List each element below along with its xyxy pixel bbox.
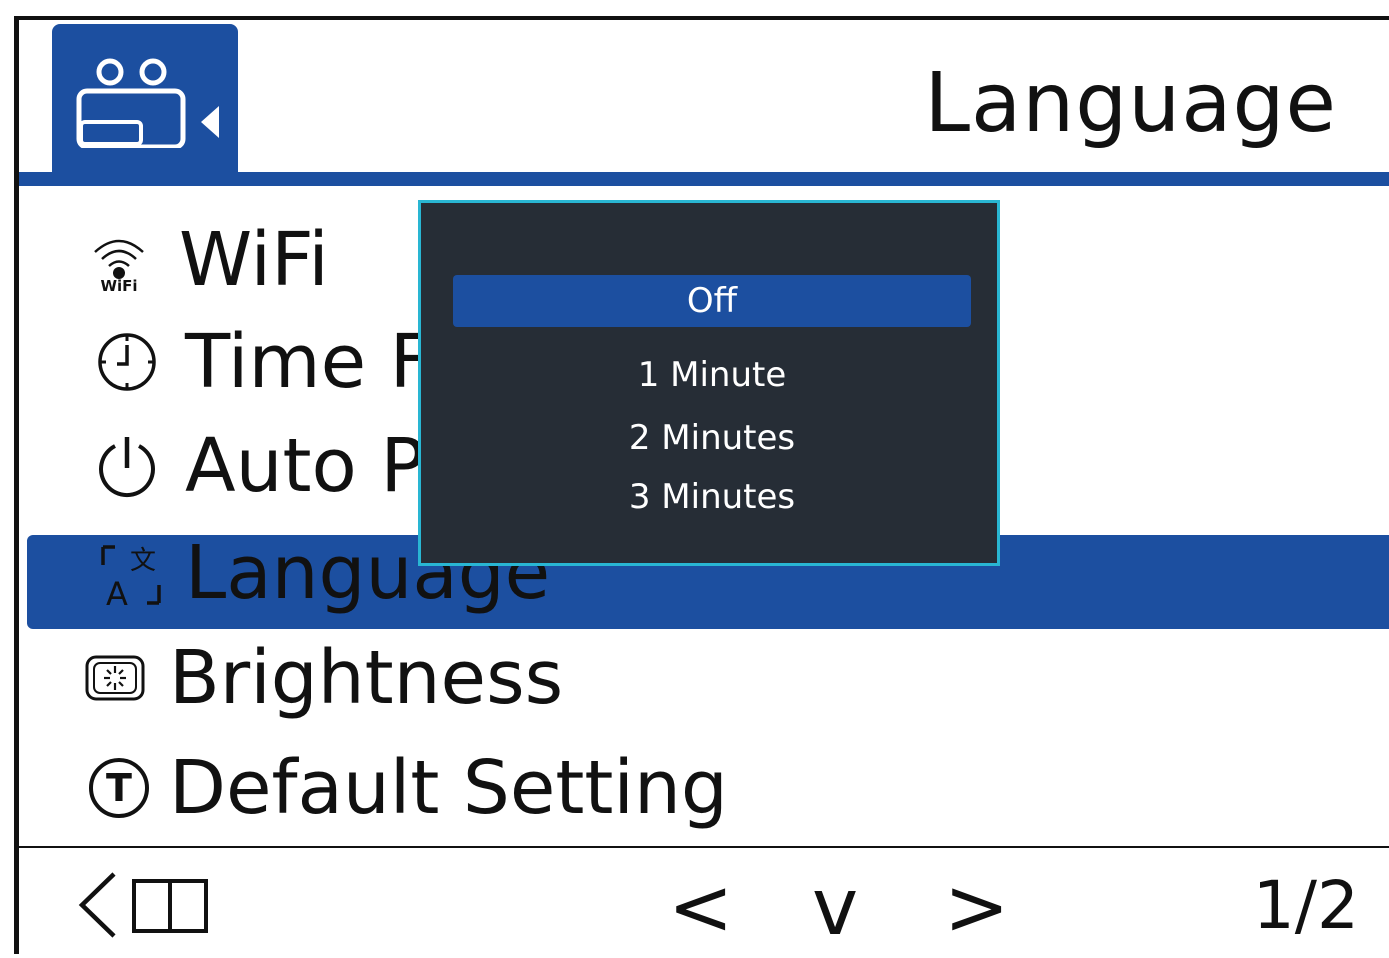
menu-item-label: Brightness	[169, 635, 564, 721]
page-title: Language	[924, 56, 1337, 151]
svg-text:T: T	[106, 766, 132, 810]
power-icon	[95, 416, 175, 516]
back-icon	[78, 872, 208, 938]
camcorder-icon	[76, 58, 219, 148]
menu-item-label: Auto P	[185, 423, 425, 509]
menu-item-label: WiFi	[179, 217, 329, 303]
frame-top-border	[14, 16, 1389, 20]
mode-tab[interactable]	[52, 24, 238, 174]
prev-button[interactable]: <	[668, 858, 733, 958]
clock-icon	[95, 312, 175, 412]
menu-item-brightness[interactable]: Brightness	[19, 628, 1389, 728]
popup-option-2-minutes[interactable]: 2 Minutes	[453, 412, 971, 464]
back-button[interactable]	[76, 870, 210, 944]
brightness-icon	[85, 628, 165, 728]
svg-text:A: A	[106, 575, 128, 607]
language-icon: 文 A	[99, 535, 179, 615]
footer-divider	[19, 846, 1389, 848]
menu-item-label: Default Setting	[169, 745, 728, 831]
header-divider	[19, 172, 1389, 186]
wifi-icon: WiFi	[89, 210, 169, 310]
menu-item-label: Time F	[185, 319, 433, 405]
page-indicator: 1/2	[1252, 867, 1359, 944]
auto-power-off-popup: Off 1 Minute 2 Minutes 3 Minutes	[418, 200, 1000, 566]
menu-item-default-setting[interactable]: T Default Setting	[19, 738, 1389, 838]
popup-option-3-minutes[interactable]: 3 Minutes	[453, 471, 971, 523]
popup-option-off[interactable]: Off	[453, 275, 971, 327]
popup-option-1-minute[interactable]: 1 Minute	[453, 349, 971, 401]
next-button[interactable]: >	[944, 858, 1009, 958]
down-button[interactable]: v	[812, 858, 858, 958]
svg-text:文: 文	[130, 546, 156, 576]
default-setting-icon: T	[87, 738, 167, 838]
svg-text:WiFi: WiFi	[100, 277, 137, 292]
